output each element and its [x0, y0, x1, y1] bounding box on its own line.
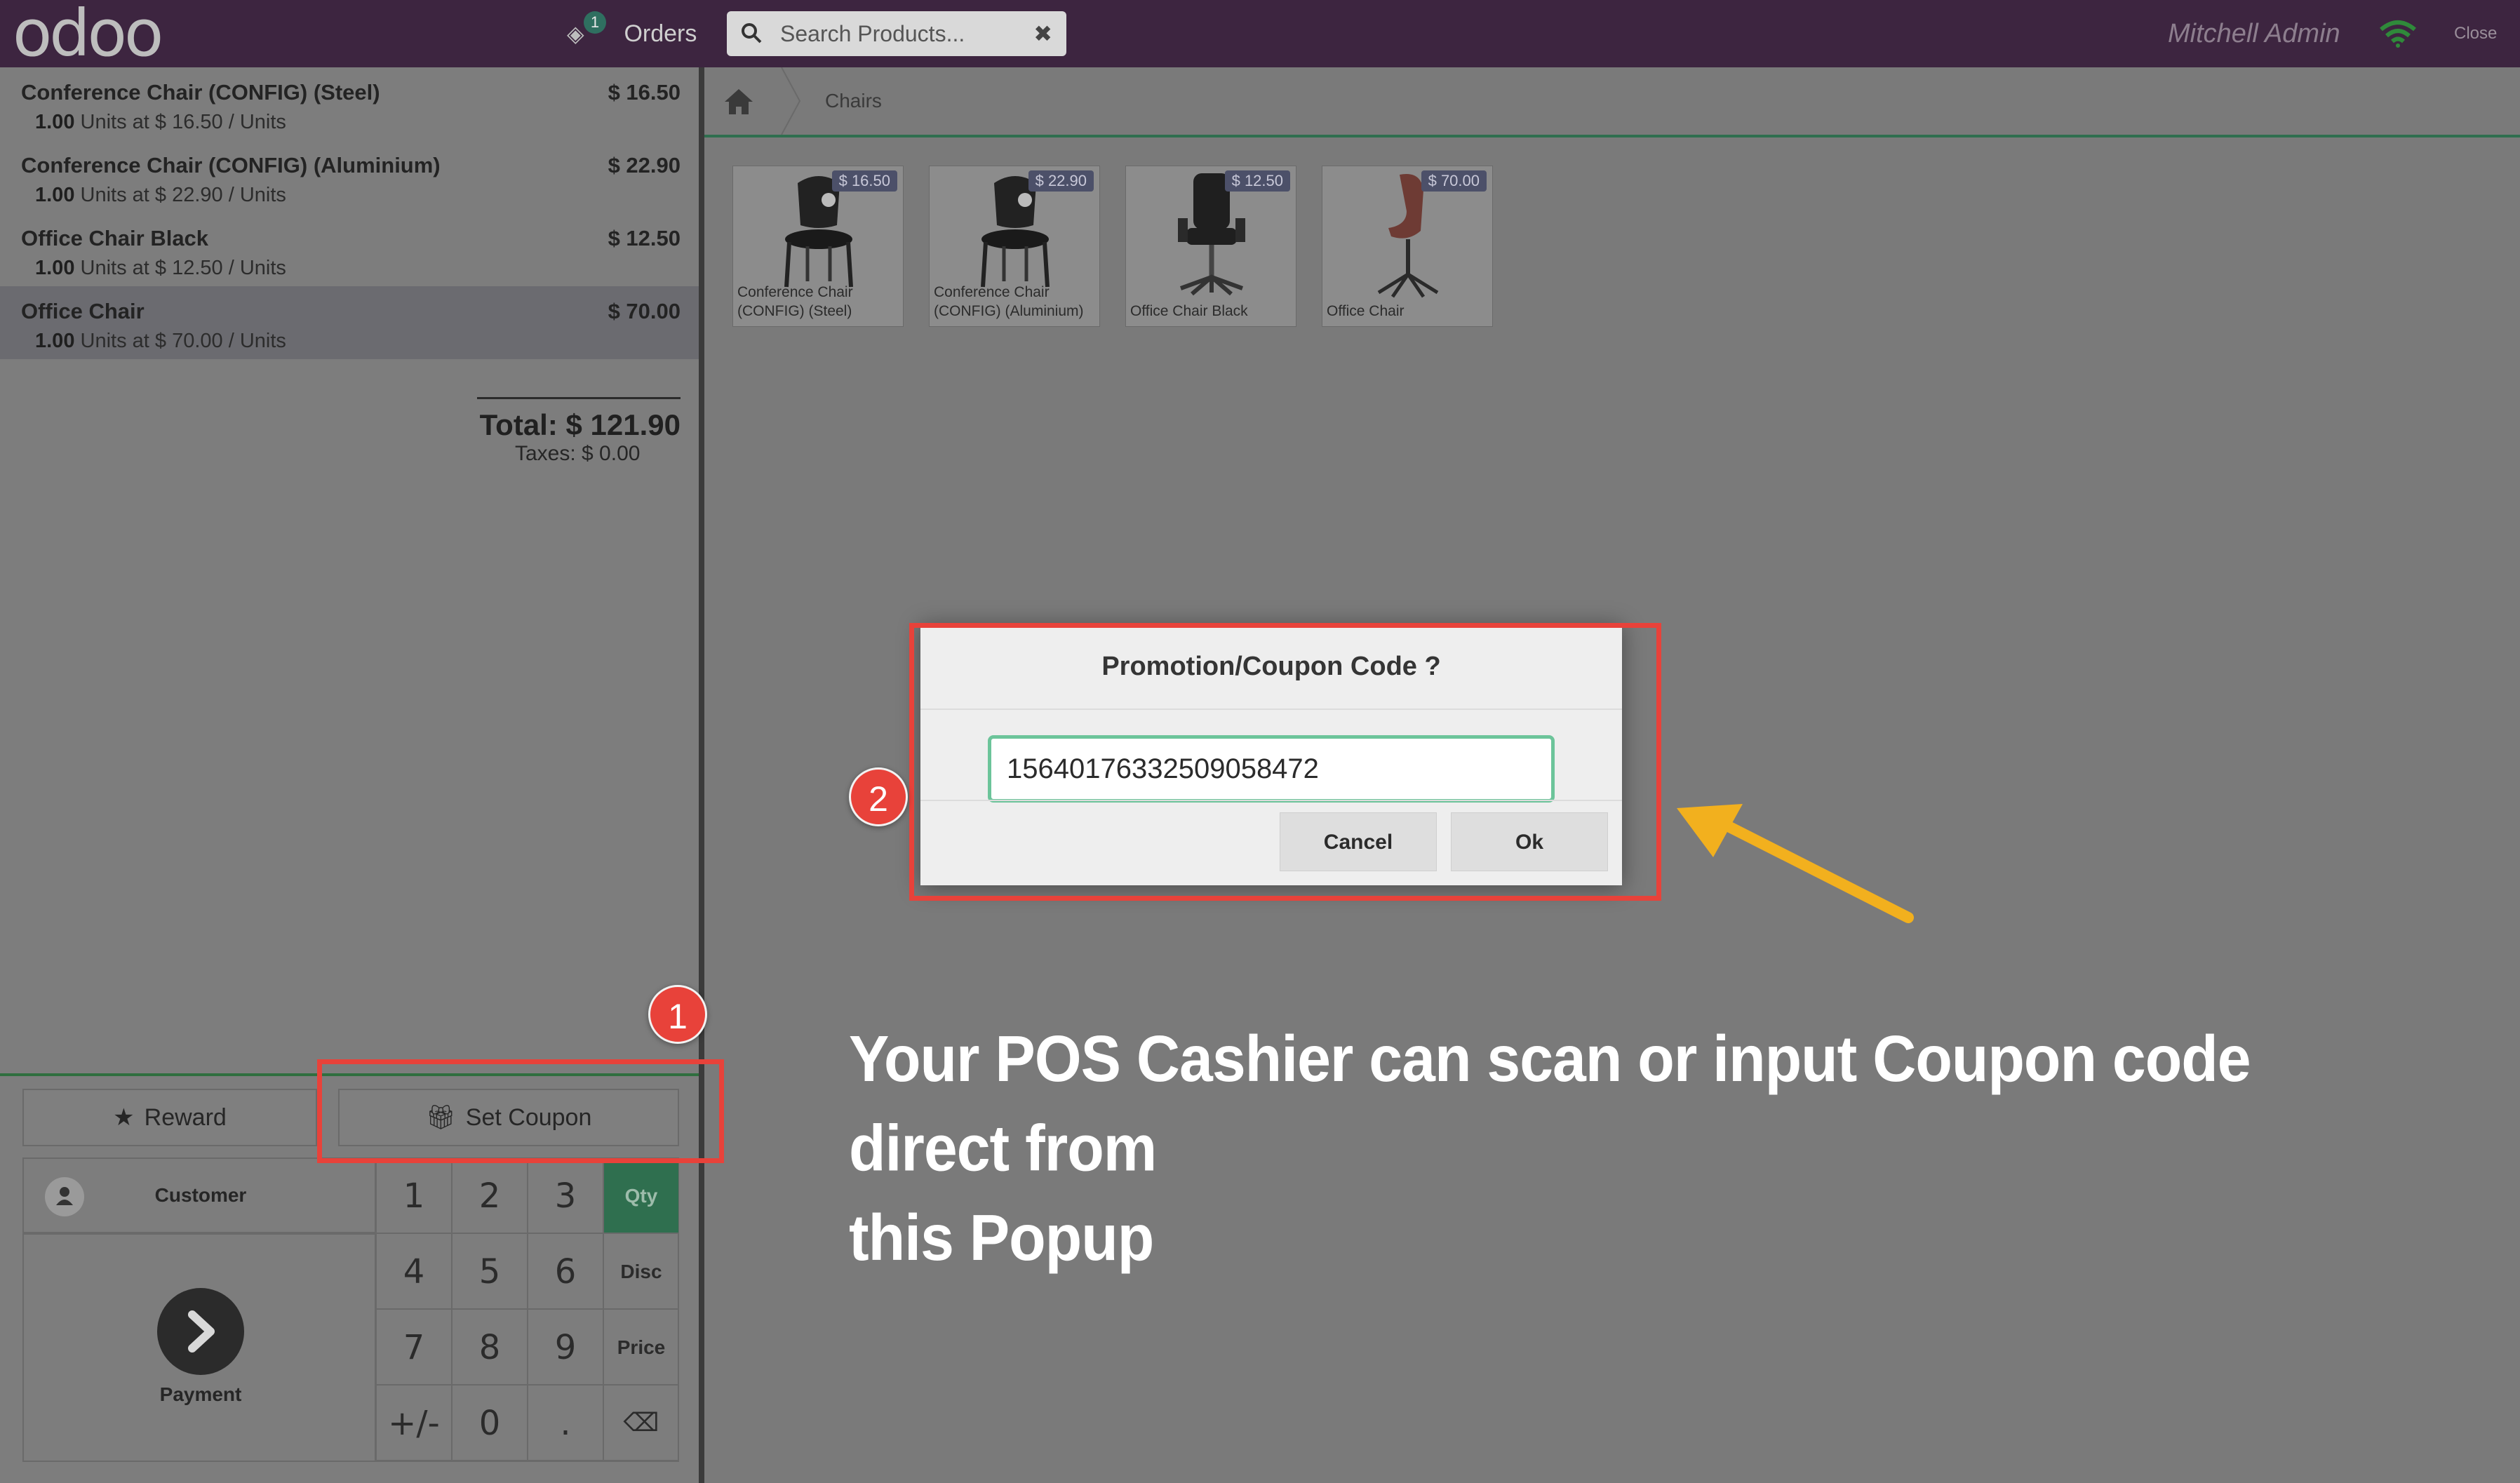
search-box[interactable]: Search Products... ✖ — [727, 11, 1066, 56]
order-line-price: $ 70.00 — [608, 299, 681, 323]
user-name: Mitchell Admin — [2168, 19, 2340, 48]
product-name: Conference Chair (CONFIG) (Steel) — [737, 283, 853, 321]
customer-label: Customer — [154, 1184, 247, 1206]
payment-label: Payment — [159, 1383, 242, 1405]
customer-button[interactable]: Customer — [22, 1157, 376, 1233]
product-price-tag: $ 22.90 — [1028, 170, 1094, 192]
order-line-name: Conference Chair (CONFIG) (Steel) — [21, 80, 380, 105]
close-button[interactable]: Close — [2454, 0, 2497, 67]
step-marker-2: 2 — [849, 767, 908, 826]
highlight-box-popup — [909, 623, 1661, 901]
product-name-line: Conference Chair — [934, 284, 1050, 300]
numpad-key-dot[interactable]: . — [528, 1385, 603, 1461]
order-line-qty: 1.00 — [35, 330, 75, 352]
product-tile[interactable]: $ 12.50 Office Chair Black — [1125, 166, 1296, 327]
product-tile[interactable]: $ 70.00 Office Chair — [1322, 166, 1493, 327]
pane-divider — [699, 67, 704, 1483]
tutorial-caption: Your POS Cashier can scan or input Coupo… — [849, 1014, 2336, 1282]
order-line-info: 1.00 Units at $ 16.50 / Units — [35, 111, 286, 134]
mode-disc-button[interactable]: Disc — [603, 1233, 679, 1309]
order-line-name: Conference Chair (CONFIG) (Aluminium) — [21, 153, 441, 177]
product-name: Office Chair Black — [1130, 302, 1248, 321]
order-line-qty: 1.00 — [35, 257, 75, 279]
order-total: Total: $ 121.90 — [479, 408, 681, 441]
order-line[interactable]: Conference Chair (CONFIG) (Aluminium) $ … — [0, 140, 699, 213]
orders-label: Orders — [624, 20, 697, 47]
order-line[interactable]: Conference Chair (CONFIG) (Steel) $ 16.5… — [0, 67, 699, 140]
order-line-info: 1.00 Units at $ 70.00 / Units — [35, 330, 286, 353]
product-price-tag: $ 12.50 — [1224, 170, 1290, 192]
product-price-tag: $ 70.00 — [1421, 170, 1487, 192]
numpad-key-6[interactable]: 6 — [528, 1233, 603, 1309]
star-icon: ★ — [113, 1104, 135, 1131]
top-bar: odoo ◈ 1 Orders Search Products... ✖ Mit… — [0, 0, 2520, 67]
product-name-line: Office Chair Black — [1130, 303, 1248, 319]
product-price-tag: $ 16.50 — [831, 170, 897, 192]
payment-button[interactable]: Payment — [22, 1233, 376, 1462]
order-line-unit-info: Units at $ 16.50 / Units — [80, 111, 286, 133]
odoo-logo: odoo — [13, 0, 163, 71]
numpad-key-plus-minus[interactable]: +/- — [376, 1385, 452, 1461]
product-name-line: Office Chair — [1327, 303, 1405, 319]
search-placeholder: Search Products... — [780, 21, 965, 46]
order-line-unit-info: Units at $ 70.00 / Units — [80, 330, 286, 352]
reward-label: Reward — [144, 1104, 227, 1131]
backspace-icon[interactable]: ⌫ — [603, 1385, 679, 1461]
chevron-right-icon — [157, 1288, 244, 1375]
mode-qty-button[interactable]: Qty — [603, 1157, 679, 1233]
order-line-name: Office Chair Black — [21, 226, 209, 250]
order-taxes: Taxes: $ 0.00 — [515, 442, 641, 465]
breadcrumb-category[interactable]: Chairs — [825, 67, 882, 135]
product-name-line: (CONFIG) (Steel) — [737, 303, 852, 319]
numpad-key-5[interactable]: 5 — [452, 1233, 528, 1309]
wifi-icon — [2380, 20, 2416, 48]
order-line-info: 1.00 Units at $ 12.50 / Units — [35, 257, 286, 280]
clear-search-icon[interactable]: ✖ — [1033, 11, 1052, 56]
step-marker-1: 1 — [648, 985, 707, 1044]
numpad-key-8[interactable]: 8 — [452, 1309, 528, 1385]
order-line-qty: 1.00 — [35, 184, 75, 206]
product-name-line: (CONFIG) (Aluminium) — [934, 303, 1084, 319]
reward-button[interactable]: ★ Reward — [22, 1089, 317, 1146]
order-line-price: $ 16.50 — [608, 80, 681, 105]
search-icon — [742, 23, 762, 43]
caption-line: Your POS Cashier can scan or input Coupo… — [849, 1022, 2251, 1185]
home-icon[interactable] — [723, 87, 755, 116]
numpad-key-7[interactable]: 7 — [376, 1309, 452, 1385]
product-name: Conference Chair (CONFIG) (Aluminium) — [934, 283, 1084, 321]
product-tile[interactable]: $ 22.90 Conference Chair (CONFIG) (Alumin… — [929, 166, 1100, 327]
orders-count-badge: 1 — [584, 11, 606, 34]
highlight-box-set-coupon — [317, 1059, 724, 1163]
numpad-key-1[interactable]: 1 — [376, 1157, 452, 1233]
numpad-key-9[interactable]: 9 — [528, 1309, 603, 1385]
product-tile[interactable]: $ 16.50 Conference Chair (CONFIG) (Steel) — [732, 166, 904, 327]
product-name: Office Chair — [1327, 302, 1405, 321]
mode-price-button[interactable]: Price — [603, 1309, 679, 1385]
orders-button[interactable]: ◈ 1 Orders — [567, 11, 697, 52]
order-line-price: $ 12.50 — [608, 226, 681, 250]
order-line-price: $ 22.90 — [608, 153, 681, 177]
order-line-selected[interactable]: Office Chair $ 70.00 1.00 Units at $ 70.… — [0, 286, 699, 359]
order-line-unit-info: Units at $ 12.50 / Units — [80, 257, 286, 279]
breadcrumb-separator — [781, 67, 801, 135]
breadcrumb-bar — [704, 67, 2520, 137]
order-line-info: 1.00 Units at $ 22.90 / Units — [35, 184, 286, 207]
order-line-qty: 1.00 — [35, 111, 75, 133]
order-line[interactable]: Office Chair Black $ 12.50 1.00 Units at… — [0, 213, 699, 286]
numpad-key-0[interactable]: 0 — [452, 1385, 528, 1461]
pointer-arrow-icon — [1677, 804, 1914, 923]
numpad-key-2[interactable]: 2 — [452, 1157, 528, 1233]
order-line-name: Office Chair — [21, 299, 145, 323]
order-line-unit-info: Units at $ 22.90 / Units — [80, 184, 286, 206]
numpad-key-3[interactable]: 3 — [528, 1157, 603, 1233]
numpad-key-4[interactable]: 4 — [376, 1233, 452, 1309]
total-divider — [477, 397, 681, 399]
caption-line: this Popup — [849, 1201, 1154, 1275]
product-name-line: Conference Chair — [737, 284, 853, 300]
